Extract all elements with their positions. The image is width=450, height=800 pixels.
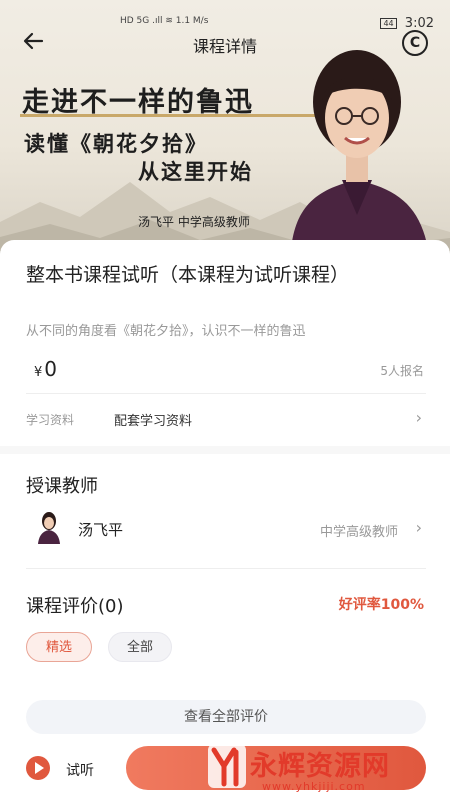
trial-button[interactable]: 试听: [0, 746, 110, 790]
currency-symbol: ¥: [34, 365, 43, 380]
teacher-level: 中学高级教师: [319, 525, 398, 540]
battery-icon: 44: [380, 18, 397, 29]
watermark-title: 永辉资源网: [250, 751, 390, 782]
positive-rating: 好评率100%: [338, 597, 424, 613]
divider: [26, 393, 426, 394]
teacher-avatar: [38, 512, 60, 544]
divider: [26, 568, 426, 569]
price-value: 0: [44, 357, 58, 381]
filter-chip-featured[interactable]: 精选: [26, 632, 92, 662]
trial-label: 试听: [66, 763, 94, 779]
reviews-section-title: 课程评价(0): [26, 596, 124, 617]
network-status: HD 5G .ıll ≋ 1.1 M/s: [120, 16, 209, 26]
status-right: 44 3:02: [380, 16, 434, 31]
materials-label: 学习资料: [26, 413, 75, 427]
course-title: 整本书课程试听（本课程为试听课程）: [26, 264, 350, 286]
poster-tagline: 从这里开始: [138, 159, 253, 184]
course-price: ¥0: [34, 357, 57, 381]
poster-subheadline: 读懂《朝花夕拾》: [24, 131, 208, 156]
view-all-reviews-button[interactable]: 查看全部评价: [26, 700, 426, 734]
course-subtitle: 从不同的角度看《朝花夕拾》，认识不一样的鲁迅: [26, 324, 306, 339]
teacher-portrait: [290, 50, 430, 262]
poster-teacher-caption: 汤飞平 中学高级教师: [138, 215, 250, 229]
status-bar: HD 5G .ıll ≋ 1.1 M/s 44 3:02: [0, 0, 450, 31]
clock: 3:02: [404, 16, 434, 31]
course-poster: HD 5G .ıll ≋ 1.1 M/s 44 3:02 课程详情 C 走进不一…: [0, 0, 450, 262]
chevron-right-icon: ›: [415, 518, 422, 537]
course-detail-card: 整本书课程试听（本课程为试听课程） 从不同的角度看《朝花夕拾》，认识不一样的鲁迅…: [0, 240, 450, 800]
chevron-right-icon: ›: [415, 408, 422, 427]
teacher-section-title: 授课教师: [26, 476, 98, 497]
teacher-row[interactable]: 汤飞平 中学高级教师 ›: [0, 508, 450, 554]
play-icon: [26, 756, 50, 780]
filter-chip-all[interactable]: 全部: [108, 632, 172, 662]
materials-row[interactable]: 学习资料 配套学习资料 ›: [0, 400, 450, 436]
teacher-name: 汤飞平: [78, 521, 124, 539]
section-separator: [0, 446, 450, 454]
materials-value: 配套学习资料: [114, 414, 193, 429]
watermark-url: www.yhkjiji.com: [262, 780, 366, 793]
enroll-count: 5人报名: [380, 364, 424, 378]
